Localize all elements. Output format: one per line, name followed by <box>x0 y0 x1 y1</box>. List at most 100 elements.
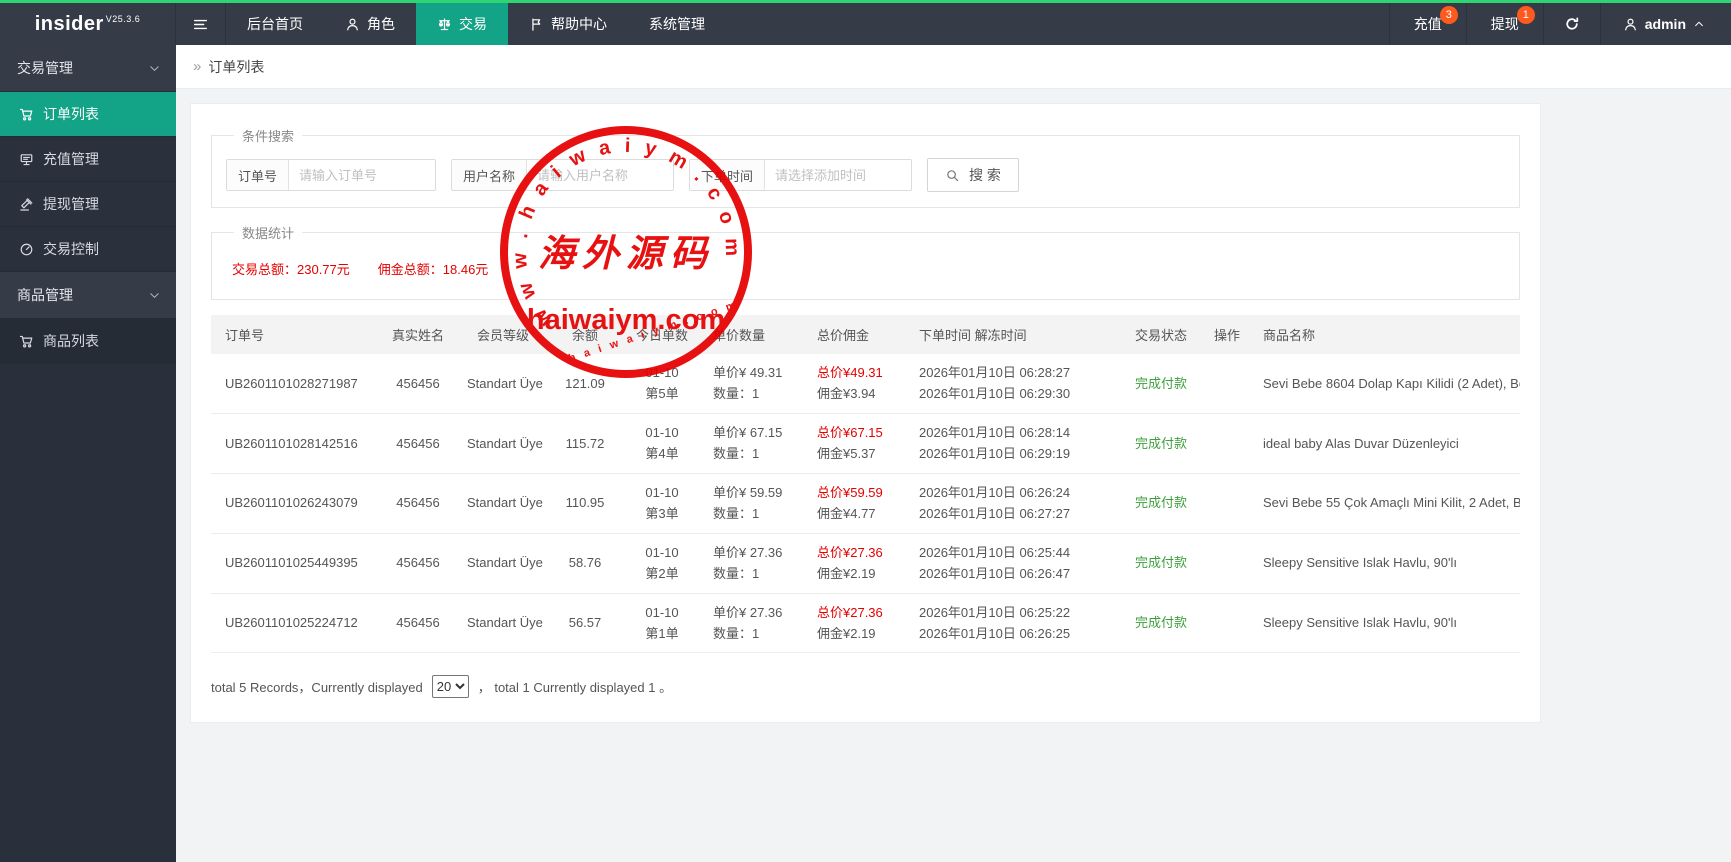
field-input-1[interactable] <box>527 160 673 190</box>
topbar: insiderV25.3.6 后台首页角色交易帮助中心系统管理 充值3提现1 a… <box>0 3 1731 45</box>
field-label: 订单号 <box>227 160 289 190</box>
search-icon <box>945 168 960 183</box>
sidebar-item-1-0[interactable]: 商品列表 <box>0 319 176 364</box>
cell-total: 总价¥27.36佣金¥2.19 <box>807 593 909 653</box>
total: 总价¥49.31 <box>817 362 899 383</box>
search-button-label: 搜 索 <box>969 165 1001 185</box>
sidebar-item-0-1[interactable]: 充值管理 <box>0 137 176 182</box>
cart-icon <box>19 334 34 349</box>
field-input-0[interactable] <box>289 160 435 190</box>
day-date: 01-10 <box>631 542 693 563</box>
nav-item-4[interactable]: 系统管理 <box>628 3 726 45</box>
day-date: 01-10 <box>631 482 693 503</box>
main-content: » 订单列表 条件搜索 订单号用户名称下单时间 搜 索 数据统计 交易总额 <box>176 45 1731 862</box>
refresh-button[interactable] <box>1543 3 1600 45</box>
page-size-select[interactable]: 20 <box>432 675 469 698</box>
time-unfreeze: 2026年01月10日 06:29:30 <box>919 383 1111 404</box>
cell-status: 完成付款 <box>1121 354 1201 413</box>
column-header-2: 会员等级 <box>457 315 549 354</box>
stats-fieldset: 数据统计 交易总额：230.77元 佣金总额：18.46元 <box>211 223 1520 300</box>
cell-day_date: 01-10第4单 <box>621 413 703 473</box>
stats-row: 交易总额：230.77元 佣金总额：18.46元 <box>226 255 1505 284</box>
chevron-down-icon <box>148 289 161 302</box>
nav-item-label: 交易 <box>459 14 487 34</box>
balance: 121.09 <box>559 373 611 394</box>
cell-status: 完成付款 <box>1121 533 1201 593</box>
version-label: V25.3.6 <box>106 14 141 24</box>
gauge-icon <box>19 242 34 257</box>
sidebar-group-label: 交易管理 <box>17 58 73 78</box>
qty: 数量：1 <box>713 563 797 584</box>
total: 总价¥27.36 <box>817 542 899 563</box>
cell-total: 总价¥49.31佣金¥3.94 <box>807 354 909 413</box>
table-row: UB2601101028142516456456Standart Üye115.… <box>211 413 1520 473</box>
time-unfreeze: 2026年01月10日 06:26:25 <box>919 623 1111 644</box>
table-row: UB2601101026243079456456Standart Üye110.… <box>211 473 1520 533</box>
refresh-icon <box>1564 16 1580 32</box>
time-order: 2026年01月10日 06:25:22 <box>919 602 1111 623</box>
sidebar-toggle-button[interactable] <box>176 3 226 45</box>
time-order: 2026年01月10日 06:28:14 <box>919 422 1111 443</box>
cell-real_name: 456456 <box>379 533 457 593</box>
cell-time_order: 2026年01月10日 06:28:142026年01月10日 06:29:19 <box>909 413 1121 473</box>
nav-item-1[interactable]: 角色 <box>324 3 416 45</box>
table-row: UB2601101025224712456456Standart Üye56.5… <box>211 593 1520 653</box>
quick-button-label: 提现 <box>1491 14 1519 34</box>
cell-real_name: 456456 <box>379 473 457 533</box>
sidebar-group-label: 商品管理 <box>17 285 73 305</box>
unit-price: 单价¥ 27.36 <box>713 602 797 623</box>
field-input-2[interactable] <box>765 160 911 190</box>
sidebar-item-0-3[interactable]: 交易控制 <box>0 227 176 272</box>
sidebar-item-0-2[interactable]: 提现管理 <box>0 182 176 227</box>
sidebar-group-1[interactable]: 商品管理 <box>0 272 176 319</box>
cell-day_date: 01-10第2单 <box>621 533 703 593</box>
notification-badge: 3 <box>1440 6 1458 24</box>
order-no: UB2601101025449395 <box>225 552 369 573</box>
total: 总价¥67.15 <box>817 422 899 443</box>
cell-product: Sevi Bebe 55 Çok Amaçlı Mini Kilit, 2 Ad… <box>1253 473 1520 533</box>
cell-product: Sleepy Sensitive Islak Havlu, 90'lı <box>1253 533 1520 593</box>
quick-button-0[interactable]: 充值3 <box>1389 3 1466 45</box>
cell-unit_price: 单价¥ 27.36数量：1 <box>703 593 807 653</box>
commission: 佣金¥2.19 <box>817 563 899 584</box>
sidebar-item-0-0[interactable]: 订单列表 <box>0 92 176 137</box>
orders-table: 订单号真实姓名会员等级余额今日单数单价数量总价佣金下单时间 解冻时间交易状态操作… <box>211 315 1520 653</box>
real-name: 456456 <box>389 373 447 394</box>
cart-icon <box>19 107 34 122</box>
user-name: admin <box>1645 16 1686 32</box>
search-field-0: 订单号 <box>226 159 436 191</box>
cell-level: Standart Üye <box>457 593 549 653</box>
sidebar-group-0[interactable]: 交易管理 <box>0 45 176 92</box>
column-header-1: 真实姓名 <box>379 315 457 354</box>
qty: 数量：1 <box>713 503 797 524</box>
time-order: 2026年01月10日 06:28:27 <box>919 362 1111 383</box>
level: Standart Üye <box>467 433 539 454</box>
nav-item-0[interactable]: 后台首页 <box>226 3 324 45</box>
user-menu[interactable]: admin <box>1600 3 1731 45</box>
level: Standart Üye <box>467 552 539 573</box>
column-header-0: 订单号 <box>211 315 379 354</box>
search-button[interactable]: 搜 索 <box>927 158 1019 192</box>
search-field-1: 用户名称 <box>451 159 674 191</box>
status: 完成付款 <box>1131 492 1191 513</box>
breadcrumb: » 订单列表 <box>176 45 1731 89</box>
app-logo[interactable]: insiderV25.3.6 <box>0 3 176 45</box>
cell-level: Standart Üye <box>457 354 549 413</box>
page-summary: ， total 1 Currently displayed 1 。 <box>478 677 672 696</box>
status: 完成付款 <box>1131 612 1191 633</box>
field-label: 用户名称 <box>452 160 527 190</box>
cell-total: 总价¥27.36佣金¥2.19 <box>807 533 909 593</box>
day-seq: 第3单 <box>631 503 693 524</box>
time-order: 2026年01月10日 06:25:44 <box>919 542 1111 563</box>
time-unfreeze: 2026年01月10日 06:27:27 <box>919 503 1111 524</box>
nav-item-3[interactable]: 帮助中心 <box>508 3 628 45</box>
notification-badge: 1 <box>1517 6 1535 24</box>
nav-item-label: 角色 <box>367 14 395 34</box>
level: Standart Üye <box>467 373 539 394</box>
nav-item-2[interactable]: 交易 <box>416 3 508 45</box>
real-name: 456456 <box>389 552 447 573</box>
quick-button-1[interactable]: 提现1 <box>1466 3 1543 45</box>
day-seq: 第1单 <box>631 623 693 644</box>
product: Sevi Bebe 8604 Dolap Kapı Kilidi (2 Adet… <box>1263 373 1510 394</box>
qty: 数量：1 <box>713 383 797 404</box>
